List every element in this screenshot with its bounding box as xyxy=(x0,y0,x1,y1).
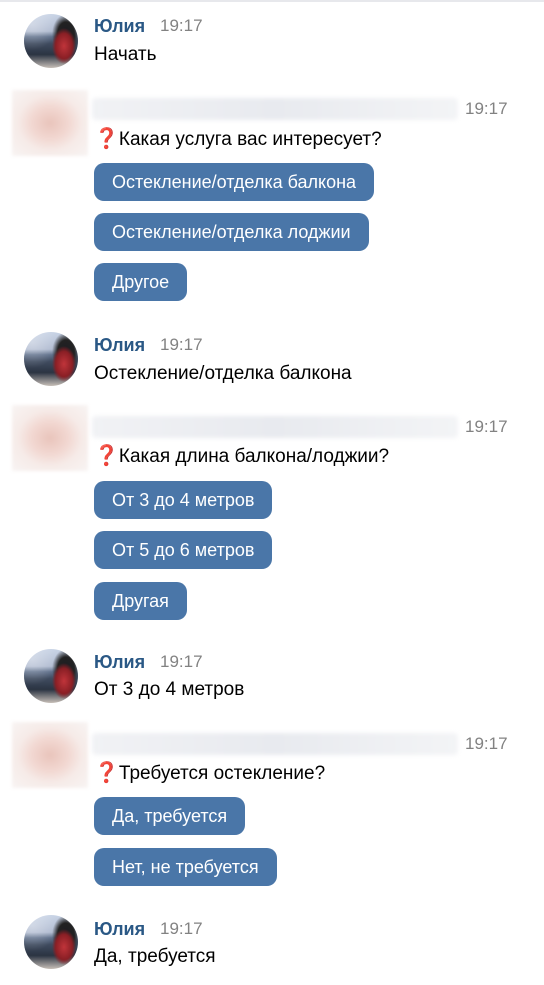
question-text: ❓Какая длина балкона/лоджии? xyxy=(94,444,389,469)
sender-name[interactable]: Юлия xyxy=(94,651,145,673)
red-question-mark-icon: ❓ xyxy=(94,128,119,150)
sender-name[interactable]: Юлия xyxy=(94,15,145,37)
avatar[interactable] xyxy=(24,649,78,703)
reply-button[interactable]: Остекление/отделка лоджии xyxy=(94,213,369,251)
avatar[interactable] xyxy=(24,915,78,969)
message-text: Начать xyxy=(94,44,157,65)
sender-name-blurred xyxy=(92,733,458,755)
avatar[interactable] xyxy=(24,14,78,68)
reply-button[interactable]: От 3 до 4 метров xyxy=(94,481,273,519)
reply-button[interactable]: Остекление/отделка балкона xyxy=(94,163,375,201)
sender-name[interactable]: Юлия xyxy=(94,918,145,940)
avatar[interactable] xyxy=(12,722,88,788)
message-time: 19:17 xyxy=(160,919,203,938)
reply-button[interactable]: От 5 до 6 метров xyxy=(94,531,273,569)
question-text: ❓Какая услуга вас интересует? xyxy=(94,127,382,152)
avatar[interactable] xyxy=(12,405,88,471)
reply-button[interactable]: Другое xyxy=(94,263,188,301)
avatar[interactable] xyxy=(24,332,78,386)
question-label: Какая длина балкона/лоджии? xyxy=(118,446,390,467)
message-text: Остекление/отделка балкона xyxy=(94,363,352,384)
message-time: 19:17 xyxy=(465,99,508,118)
sender-name[interactable]: Юлия xyxy=(94,334,145,356)
message-time: 19:17 xyxy=(160,335,203,354)
reply-button[interactable]: Другая xyxy=(94,582,187,620)
sender-name-blurred xyxy=(92,416,458,438)
message-time: 19:17 xyxy=(160,16,203,35)
message-text: Да, требуется xyxy=(94,946,216,967)
red-question-mark-icon: ❓ xyxy=(94,445,119,467)
top-divider xyxy=(0,0,544,2)
reply-button[interactable]: Нет, не требуется xyxy=(94,848,277,886)
message-time: 19:17 xyxy=(160,652,203,671)
question-label: Какая услуга вас интересует? xyxy=(118,129,382,150)
question-text: ❓Требуется остекление? xyxy=(94,761,325,786)
red-question-mark-icon: ❓ xyxy=(94,762,119,784)
message-time: 19:17 xyxy=(465,417,508,436)
sender-name-blurred xyxy=(92,98,458,120)
message-time: 19:17 xyxy=(465,734,508,753)
message-text: От 3 до 4 метров xyxy=(94,679,245,700)
avatar[interactable] xyxy=(12,90,88,156)
reply-button[interactable]: Да, требуется xyxy=(94,797,246,835)
question-label: Требуется остекление? xyxy=(118,763,326,784)
